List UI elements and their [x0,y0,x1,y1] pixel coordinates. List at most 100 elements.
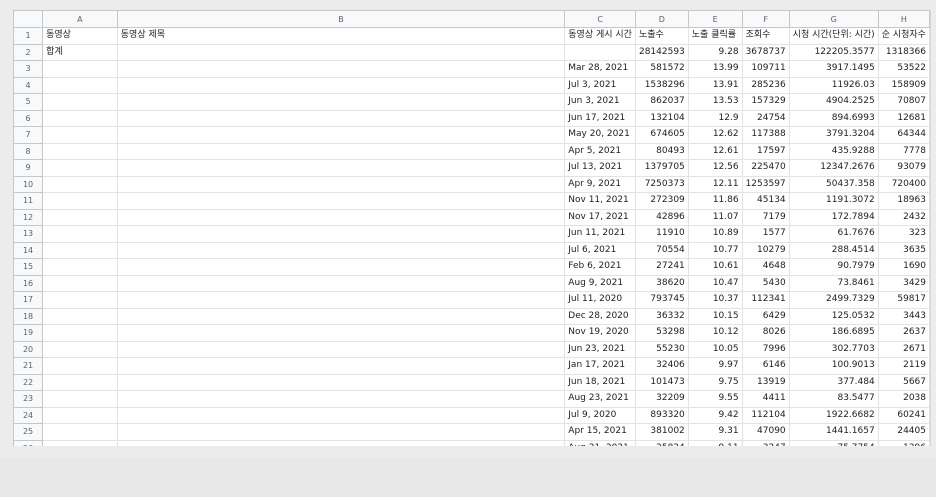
cell[interactable]: 11910 [634,225,689,243]
cell[interactable]: 60241 [877,406,930,424]
cell[interactable]: 435.9288 [788,142,879,160]
cell[interactable]: 53298 [634,324,689,342]
cell[interactable]: 9.75 [687,373,743,391]
cell[interactable]: 동영상 게시 시간 [564,27,636,45]
cell[interactable] [42,423,118,441]
cell[interactable]: 10.89 [687,225,743,243]
cell[interactable] [42,60,118,78]
cell[interactable]: Jul 13, 2021 [564,159,636,177]
cell[interactable]: 50437.358 [788,175,879,193]
cell[interactable]: 12.61 [687,142,743,160]
cell[interactable]: 36332 [634,307,689,325]
cell[interactable]: 5667 [877,373,930,391]
cell[interactable]: 12.11 [687,175,743,193]
cell[interactable]: 1318366 [877,43,930,61]
cell[interactable]: 7778 [877,142,930,160]
cell[interactable] [116,93,566,111]
cell[interactable] [116,258,566,276]
cell[interactable]: 조회수 [741,27,790,45]
cell[interactable] [42,357,118,375]
cell[interactable] [42,93,118,111]
cell[interactable]: 27241 [634,258,689,276]
cell[interactable] [42,142,118,160]
cell[interactable] [42,126,118,144]
cell[interactable]: 55230 [634,340,689,358]
cell[interactable]: 13.99 [687,60,743,78]
cell[interactable]: 285236 [741,76,790,94]
cell[interactable] [42,390,118,408]
cell[interactable]: 83.5477 [788,390,879,408]
cell[interactable]: Feb 6, 2021 [564,258,636,276]
cell[interactable]: 7179 [741,208,790,226]
cell[interactable]: Aug 21, 2021 [564,439,636,446]
cell[interactable]: 24754 [741,109,790,127]
row-number[interactable]: 13 [13,225,44,243]
column-header-h[interactable]: H [877,10,930,28]
cell[interactable] [116,43,566,61]
cell[interactable]: 101473 [634,373,689,391]
cell[interactable]: 9.97 [687,357,743,375]
cell[interactable]: 노출수 [634,27,689,45]
cell[interactable]: 10.05 [687,340,743,358]
cell[interactable] [42,373,118,391]
cell[interactable]: Jul 6, 2021 [564,241,636,259]
cell[interactable] [42,241,118,259]
cell[interactable]: 581572 [634,60,689,78]
column-header-g[interactable]: G [788,10,879,28]
cell[interactable]: 2671 [877,340,930,358]
cell[interactable]: 172.7894 [788,208,879,226]
cell[interactable] [116,373,566,391]
cell[interactable]: 12.62 [687,126,743,144]
cell[interactable] [116,340,566,358]
cell[interactable]: 1379705 [634,159,689,177]
cell[interactable]: Nov 11, 2021 [564,192,636,210]
cell[interactable]: Apr 9, 2021 [564,175,636,193]
cell[interactable]: Apr 15, 2021 [564,423,636,441]
cell[interactable]: 93079 [877,159,930,177]
cell[interactable]: 6146 [741,357,790,375]
cell[interactable]: 9.42 [687,406,743,424]
cell[interactable]: Jun 3, 2021 [564,93,636,111]
cell[interactable] [42,439,118,446]
cell[interactable]: 24405 [877,423,930,441]
cell[interactable]: 1296 [877,439,930,446]
row-number[interactable]: 26 [13,439,44,446]
cell[interactable]: 동영상 제목 [116,27,566,45]
cell[interactable]: 272309 [634,192,689,210]
row-number[interactable]: 4 [13,76,44,94]
cell[interactable]: Dec 28, 2020 [564,307,636,325]
cell[interactable]: 302.7703 [788,340,879,358]
cell[interactable]: 109711 [741,60,790,78]
cell[interactable] [42,76,118,94]
cell[interactable] [116,324,566,342]
cell[interactable]: 25824 [634,439,689,446]
cell[interactable]: 122205.3577 [788,43,879,61]
row-number[interactable]: 14 [13,241,44,259]
cell[interactable]: 10.37 [687,291,743,309]
column-header-f[interactable]: F [741,10,790,28]
cell[interactable]: 157329 [741,93,790,111]
cell[interactable]: 377.484 [788,373,879,391]
cell[interactable]: 100.9013 [788,357,879,375]
column-header-d[interactable]: D [634,10,689,28]
cell[interactable] [116,439,566,446]
cell[interactable]: 112104 [741,406,790,424]
cell[interactable]: 13.91 [687,76,743,94]
cell[interactable]: 18963 [877,192,930,210]
cell[interactable]: Jun 18, 2021 [564,373,636,391]
cell[interactable] [116,175,566,193]
cell[interactable] [116,109,566,127]
row-number[interactable]: 9 [13,159,44,177]
row-number[interactable]: 15 [13,258,44,276]
column-header-a[interactable]: A [42,10,118,28]
row-number[interactable]: 10 [13,175,44,193]
cell[interactable]: 42896 [634,208,689,226]
cell[interactable]: 11926.03 [788,76,879,94]
cell[interactable]: Jul 9, 2020 [564,406,636,424]
cell[interactable]: 70807 [877,93,930,111]
cell[interactable]: 2637 [877,324,930,342]
cell[interactable]: 1577 [741,225,790,243]
cell[interactable]: Jun 11, 2021 [564,225,636,243]
cell[interactable] [42,291,118,309]
row-number[interactable]: 20 [13,340,44,358]
